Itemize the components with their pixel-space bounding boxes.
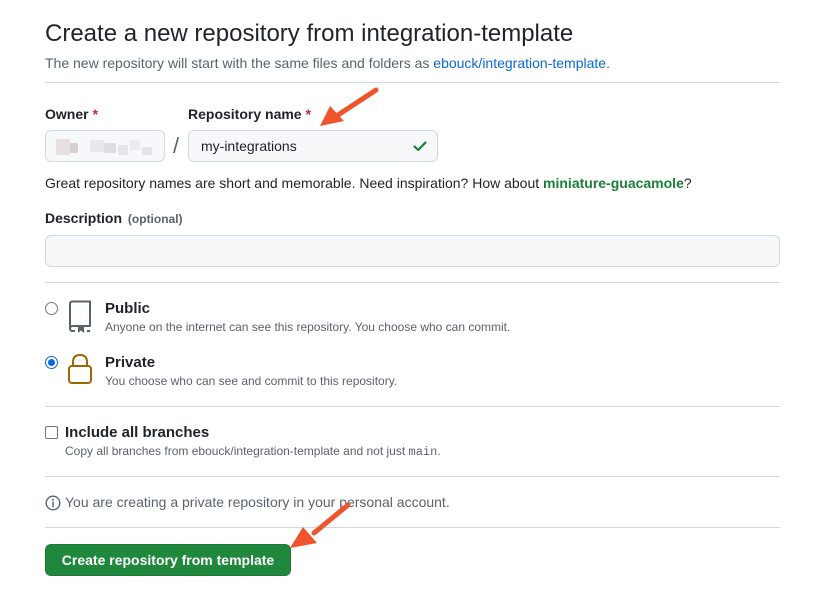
blurred-owner xyxy=(104,143,116,153)
name-suggestion-link[interactable]: miniature-guacamole xyxy=(543,175,684,191)
arrow-to-repo-name xyxy=(320,87,379,126)
description-input[interactable] xyxy=(45,235,780,267)
divider xyxy=(45,282,780,283)
page-subtitle: The new repository will start with the s… xyxy=(45,55,610,71)
info-icon xyxy=(45,495,61,511)
hint-suffix: ? xyxy=(683,175,692,191)
private-repo-notice: You are creating a private repository in… xyxy=(65,494,450,510)
required-mark: * xyxy=(92,106,99,122)
blurred-owner xyxy=(142,147,152,155)
blurred-owner xyxy=(56,139,70,155)
divider xyxy=(45,82,780,83)
repo-name-label-text: Repository name xyxy=(188,106,302,122)
include-all-branches-checkbox[interactable] xyxy=(45,426,58,439)
public-radio[interactable] xyxy=(45,302,58,315)
owner-label: Owner * xyxy=(45,106,98,122)
required-mark: * xyxy=(305,106,312,122)
divider xyxy=(45,476,780,477)
repo-name-label: Repository name * xyxy=(188,106,311,122)
include-all-branches-label: Include all branches xyxy=(65,424,210,441)
blurred-owner xyxy=(130,140,140,150)
public-title: Public xyxy=(105,300,151,317)
blurred-owner xyxy=(70,143,78,153)
blurred-owner xyxy=(118,145,128,155)
owner-select[interactable] xyxy=(45,130,165,162)
optional-tag: (optional) xyxy=(127,212,183,226)
private-description: You choose who can see and commit to thi… xyxy=(105,374,398,388)
divider xyxy=(45,527,780,528)
include-all-branches-description: Copy all branches from ebouck/integratio… xyxy=(65,444,441,459)
repo-name-hint: Great repository names are short and mem… xyxy=(45,175,692,191)
owner-label-text: Owner xyxy=(45,106,89,122)
public-description: Anyone on the internet can see this repo… xyxy=(105,320,511,334)
divider xyxy=(45,406,780,407)
branches-desc-suffix: . xyxy=(437,444,441,458)
branches-desc-prefix: Copy all branches from ebouck/integratio… xyxy=(65,444,409,458)
template-link[interactable]: ebouck/integration-template xyxy=(433,55,606,71)
subtitle-prefix: The new repository will start with the s… xyxy=(45,55,434,71)
default-branch-name: main xyxy=(408,445,438,459)
create-repository-button[interactable]: Create repository from template xyxy=(45,544,291,576)
hint-text: Great repository names are short and mem… xyxy=(45,175,544,191)
blurred-owner xyxy=(90,140,104,152)
description-label: Description (optional) xyxy=(45,210,183,226)
subtitle-suffix: . xyxy=(606,55,610,71)
repo-icon xyxy=(69,300,91,333)
lock-icon xyxy=(68,353,92,384)
private-title: Private xyxy=(105,354,156,371)
private-radio[interactable] xyxy=(45,356,58,369)
description-label-text: Description xyxy=(45,210,123,226)
repo-name-input[interactable] xyxy=(188,130,438,162)
check-icon xyxy=(413,141,427,152)
owner-repo-separator: / xyxy=(173,133,180,158)
page-title: Create a new repository from integration… xyxy=(45,20,574,47)
